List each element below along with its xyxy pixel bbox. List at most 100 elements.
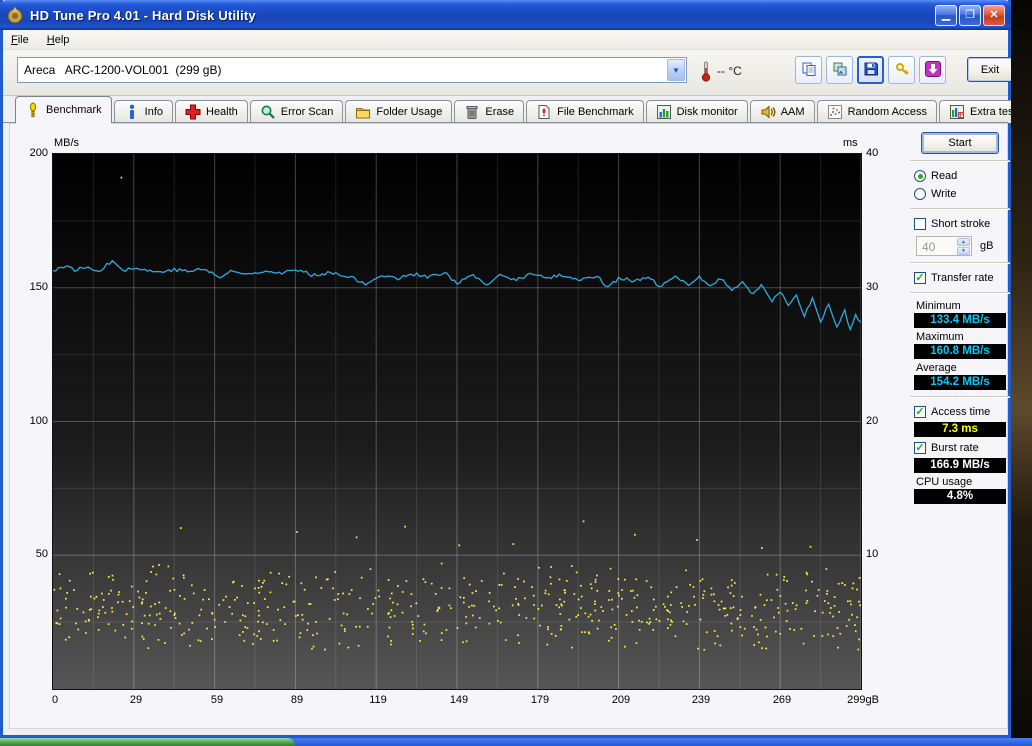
cpu-usage-label: CPU usage [916,476,973,488]
x-axis-tick: 209 [611,694,631,706]
tab-file-benchmark[interactable]: File Benchmark [526,100,644,123]
left-axis-tick: 50 [35,548,48,560]
menu-bar: File Help [3,30,1008,50]
maximum-value: 160.8 MB/s [914,344,1006,359]
x-axis-tick: 29 [129,694,143,706]
menu-item-file[interactable]: File [11,34,29,46]
tab-erase[interactable]: Erase [454,100,525,123]
short-stroke-size-stepper[interactable]: 40 ▲ ▼ [916,236,972,256]
info-icon [124,104,140,120]
start-button[interactable]: Start [921,132,999,154]
benchmark-controls: Start Read Write Short stroke 40 ▲ ▼ gB … [910,129,1010,507]
x-axis-tick: 239 [691,694,711,706]
tab-strip: Benchmark Info Health Error Scan Folder Usag… [3,96,1032,124]
read-radio[interactable]: Read [914,168,1010,184]
burst-rate-value: 166.9 MB/s [914,458,1006,473]
benchmark-icon [25,102,41,118]
toolbar: Areca ARC-1200-VOL001 (299 gB) ▼ -- °C E… [3,50,1013,96]
random-access-icon [827,104,843,120]
taskbar-start-edge[interactable] [0,738,295,746]
save-icon [863,61,879,80]
left-axis-tick: 200 [29,147,48,159]
tab-disk-monitor[interactable]: Disk monitor [645,100,748,123]
divider [910,262,1010,264]
options-button[interactable] [888,56,915,84]
toolbar-buttons [795,56,946,84]
aam-icon [760,104,776,120]
burst-rate-checkbox[interactable]: ✓ Burst rate [914,440,1010,456]
erase-icon [464,104,480,120]
tab-benchmark[interactable]: Benchmark [15,96,112,124]
error-scan-icon [260,104,276,120]
restore-button[interactable]: ❐ [959,4,981,26]
minimize-button[interactable]: ▁ [935,4,957,26]
disk-monitor-icon [656,104,672,120]
close-button[interactable]: ✕ [983,4,1005,26]
tab-folder-usage[interactable]: Folder Usage [345,100,453,123]
right-axis-tick: 40 [866,147,879,159]
tab-aam[interactable]: AAM [749,100,815,123]
menu-item-help[interactable]: Help [47,34,70,46]
update-icon [924,60,941,80]
chevron-down-icon[interactable]: ▼ [667,59,685,81]
copy-image-button[interactable] [826,56,853,84]
health-icon [185,104,201,120]
file-benchmark-icon [536,104,552,120]
copy-button[interactable] [795,56,822,84]
tab-health[interactable]: Health [175,100,248,123]
cpu-usage-value: 4.8% [914,489,1006,504]
right-axis-unit: ms [843,137,858,149]
write-radio[interactable]: Write [914,186,1010,202]
save-button[interactable] [857,56,884,84]
divider [910,208,1010,210]
x-axis-tick: 59 [210,694,224,706]
tab-error-scan[interactable]: Error Scan [249,100,344,123]
benchmark-page: MB/s ms 200 150 100 50 40 30 20 10 0 29 59 89 119 1… [9,123,1010,729]
desktop-background [1011,0,1032,746]
radio-dot [917,173,923,179]
short-stroke-unit: gB [980,240,994,252]
x-axis-tick: 179 [530,694,550,706]
transfer-rate-checkbox[interactable]: ✓ Transfer rate [914,270,1010,286]
right-axis-tick: 20 [866,415,879,427]
right-axis-tick: 30 [866,281,879,293]
window-title: HD Tune Pro 4.01 - Hard Disk Utility [30,7,256,23]
copy-image-icon [832,61,848,80]
temperature-readout: -- °C [717,64,742,78]
title-bar[interactable]: HD Tune Pro 4.01 - Hard Disk Utility ▁ ❐… [0,0,1011,30]
x-axis-tick: 119 [369,694,387,706]
x-axis-tick: 269 [772,694,792,706]
extra-tests-icon [949,104,965,120]
left-axis-tick: 100 [29,415,48,427]
x-axis-tick: 149 [449,694,469,706]
taskbar[interactable] [0,738,1032,746]
drive-selector-value: Areca ARC-1200-VOL001 (299 gB) [24,63,222,77]
exit-button[interactable]: Exit [967,57,1013,82]
minimum-value: 133.4 MB/s [914,313,1006,328]
desktop: HD Tune Pro 4.01 - Hard Disk Utility ▁ ❐… [0,0,1032,746]
stepper-arrows[interactable]: ▲ ▼ [956,237,971,255]
access-time-checkbox[interactable]: ✓ Access time [914,404,1010,420]
minimum-label: Minimum [916,300,961,312]
update-button[interactable] [919,56,946,84]
folder-usage-icon [355,104,371,120]
divider [910,292,1010,294]
maximum-label: Maximum [916,331,964,343]
average-value: 154.2 MB/s [914,375,1006,390]
divider [910,160,1010,162]
options-icon [894,61,910,80]
tab-random-access[interactable]: Random Access [816,100,938,123]
access-time-value: 7.3 ms [914,422,1006,437]
benchmark-chart [52,153,862,690]
x-axis-tick: 0 [51,694,59,706]
divider [910,396,1010,398]
average-label: Average [916,362,957,374]
tab-info[interactable]: Info [113,100,173,123]
app-window: HD Tune Pro 4.01 - Hard Disk Utility ▁ ❐… [0,0,1032,738]
left-axis-tick: 150 [29,281,48,293]
app-icon [6,6,24,24]
right-axis-tick: 10 [866,548,879,560]
short-stroke-checkbox[interactable]: Short stroke [914,216,1010,232]
drive-selector[interactable]: Areca ARC-1200-VOL001 (299 gB) ▼ [17,57,687,83]
thermometer-icon [700,60,712,82]
